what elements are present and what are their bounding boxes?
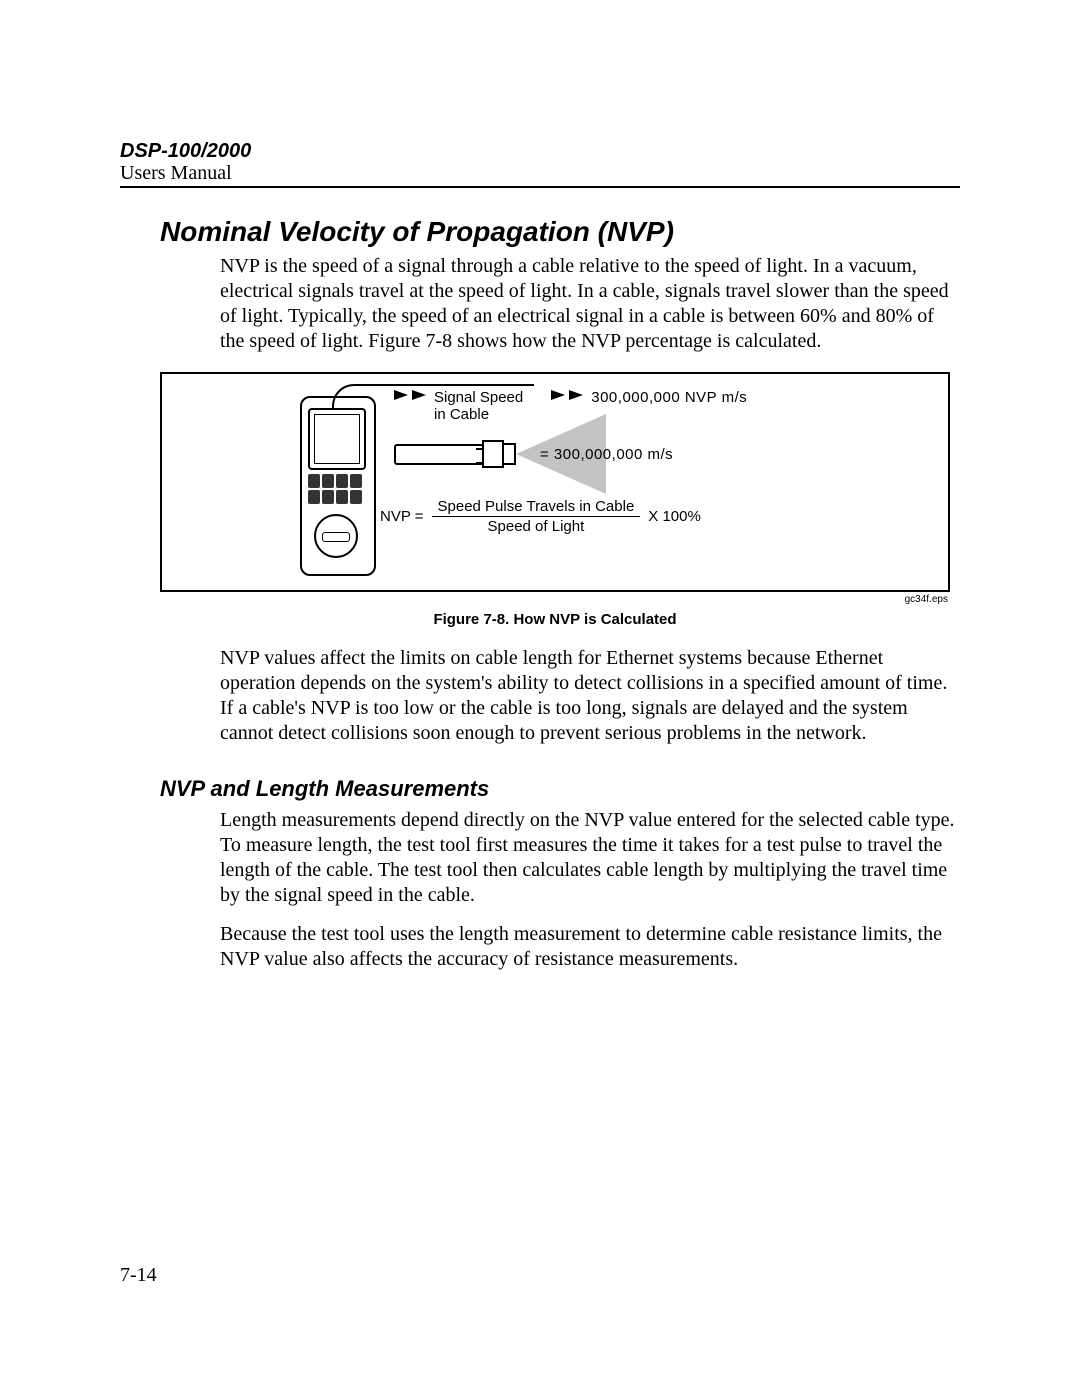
dsp-device-illustration [300, 396, 372, 572]
nvp-intro-paragraph: NVP is the speed of a signal through a c… [220, 254, 960, 354]
formula-numerator: Speed Pulse Travels in Cable [432, 498, 641, 517]
document-type: Users Manual [120, 162, 960, 184]
figure-box: Signal Speed in Cable 300,000,000 NVP m/… [160, 372, 950, 592]
section-heading-nvp: Nominal Velocity of Propagation (NVP) [160, 216, 960, 248]
length-paragraph-1: Length measurements depend directly on t… [220, 808, 960, 908]
speed-of-light-label: = 300,000,000 m/s [540, 446, 673, 463]
flashlight-icon [394, 438, 519, 468]
figure-caption: Figure 7-8. How NVP is Calculated [160, 611, 950, 628]
eps-filename: gc34f.eps [160, 594, 948, 605]
nvp-limits-paragraph: NVP values affect the limits on cable le… [220, 646, 960, 746]
formula-rhs: X 100% [648, 508, 701, 525]
formula-lhs: NVP = [380, 508, 424, 525]
nvp-ms-label: 300,000,000 NVP m/s [591, 390, 747, 407]
figure-top-labels: Signal Speed in Cable 300,000,000 NVP m/… [394, 390, 928, 423]
arrow-icon [569, 390, 583, 400]
figure-7-8: Signal Speed in Cable 300,000,000 NVP m/… [160, 372, 950, 628]
product-model: DSP-100/2000 [120, 140, 960, 162]
formula-denominator: Speed of Light [432, 517, 641, 535]
length-paragraph-2: Because the test tool uses the length me… [220, 922, 960, 972]
manual-page: DSP-100/2000 Users Manual Nominal Veloci… [0, 0, 1080, 1397]
subsection-heading-length: NVP and Length Measurements [160, 776, 960, 802]
signal-speed-label: Signal Speed in Cable [434, 390, 523, 423]
page-header: DSP-100/2000 Users Manual [120, 140, 960, 188]
arrow-icon [412, 390, 426, 400]
page-number: 7-14 [120, 1264, 157, 1287]
arrow-icon [394, 390, 408, 400]
arrow-icon [551, 390, 565, 400]
nvp-formula: NVP = Speed Pulse Travels in Cable Speed… [380, 498, 701, 535]
